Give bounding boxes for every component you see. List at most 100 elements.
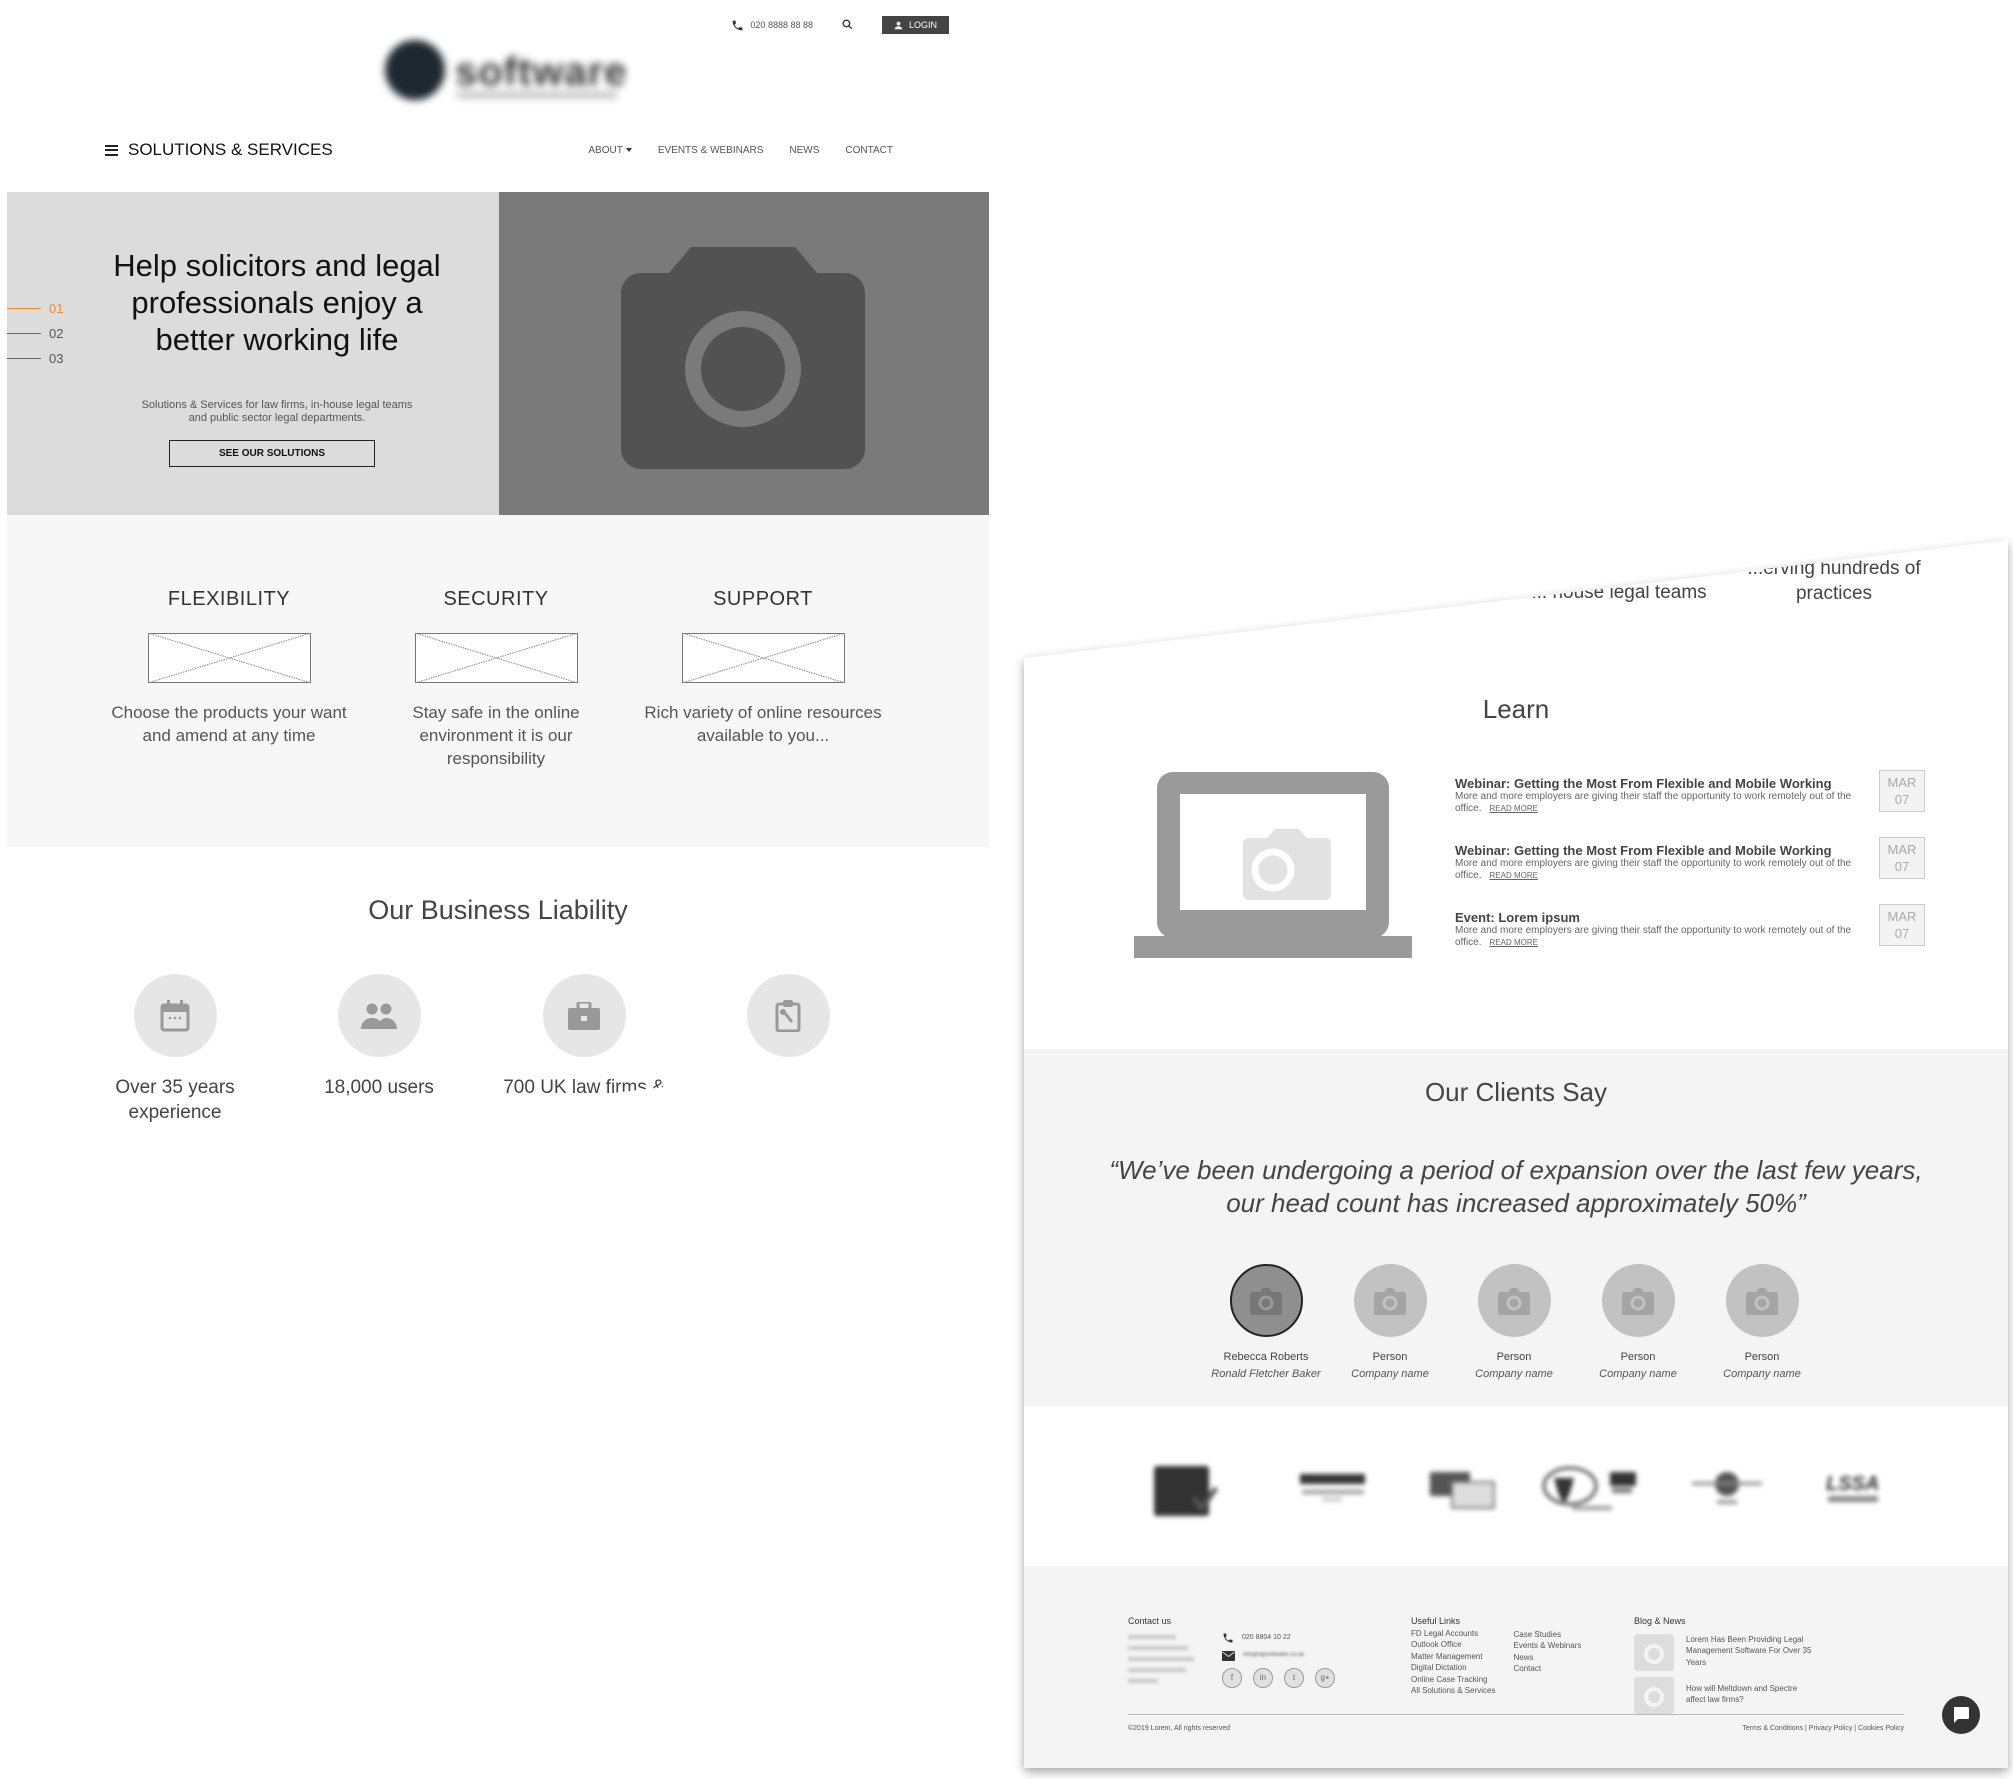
facebook-link[interactable]: f: [1222, 1667, 1242, 1688]
event-item[interactable]: Event: Lorem ipsum More and more employe…: [1455, 904, 1925, 977]
footer-contact-details: 020 8804 10 22 info@dpsoftware.co.uk f i…: [1222, 1632, 1362, 1688]
linkedin-link[interactable]: in: [1253, 1667, 1273, 1688]
svg-text:LSSA: LSSA: [1826, 1473, 1879, 1495]
slide-indicator-3[interactable]: 03: [7, 346, 63, 371]
logo-mark: [385, 40, 445, 100]
hero-carousel: 01 02 03 Help solicitors and legal profe…: [7, 192, 989, 515]
chat-button[interactable]: [1942, 1696, 1980, 1734]
email-icon: [1222, 1650, 1235, 1661]
main-navigation: SOLUTIONS & SERVICES ABOUT EVENTS & WEBI…: [105, 140, 893, 160]
partner-seal-logo: [1692, 1472, 1762, 1504]
legal-links: Terms & Conditions | Privacy Policy | Co…: [1742, 1725, 1904, 1732]
hero-image-placeholder: [499, 192, 989, 515]
slide-number: 02: [49, 326, 64, 341]
hero-title: Help solicitors and legal professionals …: [113, 248, 441, 357]
event-item[interactable]: Webinar: Getting the Most From Flexible …: [1455, 837, 1925, 910]
footer-link[interactable]: Outlook Office: [1411, 1639, 1495, 1651]
company-logo[interactable]: software: [377, 36, 627, 106]
read-more-link[interactable]: READ MORE: [1490, 804, 1538, 813]
stat-icon-circle: [337, 974, 421, 1057]
blog-item[interactable]: How will Meltdown and Spectre affect law…: [1634, 1676, 1854, 1714]
feature-support: SUPPORT Rich variety of online resources…: [643, 588, 883, 747]
footer-heading: Contact us: [1128, 1616, 1172, 1626]
social-links: f in t g+: [1222, 1667, 1362, 1688]
phone-number: 020 8888 88 88: [750, 20, 813, 30]
event-day: 07: [1894, 792, 1910, 807]
camera-icon: [1250, 1287, 1282, 1315]
event-title: Webinar: Getting the Most From Flexible …: [1455, 843, 1832, 858]
read-more-link[interactable]: READ MORE: [1490, 938, 1538, 947]
camera-icon: [1498, 1287, 1530, 1315]
googleplus-link[interactable]: g+: [1315, 1667, 1335, 1688]
cookies-link[interactable]: Cookies Policy: [1858, 1725, 1904, 1732]
privacy-link[interactable]: Privacy Policy: [1809, 1725, 1853, 1732]
solutions-menu-toggle[interactable]: SOLUTIONS & SERVICES: [105, 140, 333, 160]
event-month: MAR: [1887, 842, 1917, 857]
camera-icon: [621, 247, 865, 469]
footer-phone[interactable]: 020 8804 10 22: [1222, 1632, 1362, 1644]
slide-indicators: 01 02 03: [7, 296, 63, 371]
page-top-content: 020 8888 88 88 LOGIN software SOLUTIONS …: [7, 0, 989, 1162]
page-top-section: 020 8888 88 88 LOGIN software SOLUTIONS …: [7, 0, 989, 1168]
login-button[interactable]: LOGIN: [881, 16, 949, 34]
event-date-badge: MAR 07: [1879, 837, 1925, 879]
footer-link[interactable]: All Solutions & Services: [1411, 1685, 1495, 1697]
event-description: More and more employers are giving their…: [1455, 925, 1855, 949]
briefcase-icon: [568, 1001, 600, 1030]
testimonials-section: Our Clients Say “We’ve been undergoing a…: [1024, 1049, 2008, 1406]
twitter-link[interactable]: t: [1284, 1667, 1304, 1688]
blog-item[interactable]: Lorem Has Been Providing Legal Managemen…: [1634, 1633, 1854, 1671]
footer-link[interactable]: Events & Webinars: [1513, 1640, 1581, 1652]
see-solutions-button[interactable]: SEE OUR SOLUTIONS: [169, 440, 375, 467]
event-title: Event: Lorem ipsum: [1455, 910, 1580, 925]
slide-indicator-1[interactable]: 01: [7, 296, 63, 321]
testimonial-person-2[interactable]: Person Company name: [1330, 1264, 1450, 1380]
search-button[interactable]: [841, 18, 854, 33]
blurred-address: [1128, 1634, 1208, 1683]
useful-links-col-1: FD Legal Accounts Outlook Office Matter …: [1411, 1628, 1495, 1697]
nav-events-webinars[interactable]: EVENTS & WEBINARS: [658, 145, 764, 156]
person-company: Company name: [1599, 1368, 1677, 1380]
nav-links: ABOUT EVENTS & WEBINARS NEWS CONTACT: [588, 145, 893, 156]
feature-text: Stay safe in the online environment it i…: [412, 703, 580, 768]
terms-link[interactable]: Terms & Conditions: [1742, 1725, 1803, 1732]
footer-blog-news: Blog & News Lorem Has Been Providing Leg…: [1634, 1616, 1854, 1714]
slide-indicator-2[interactable]: 02: [7, 321, 63, 346]
event-date-badge: MAR 07: [1879, 770, 1925, 812]
footer-link[interactable]: Online Case Tracking: [1411, 1674, 1495, 1686]
calendar-icon: [160, 999, 190, 1031]
testimonial-person-1[interactable]: Rebecca Roberts Ronald Fletcher Baker: [1206, 1264, 1326, 1380]
feature-title: SUPPORT: [713, 588, 813, 610]
event-day: 07: [1894, 859, 1910, 874]
footer-link[interactable]: Contact: [1513, 1663, 1581, 1675]
read-more-link[interactable]: READ MORE: [1490, 871, 1538, 880]
nav-about[interactable]: ABOUT: [588, 144, 632, 156]
footer-email[interactable]: info@dpsoftware.co.uk: [1222, 1650, 1362, 1662]
stat-experience: Over 35 years experience: [75, 974, 275, 1125]
footer-link[interactable]: FD Legal Accounts: [1411, 1628, 1495, 1640]
testimonial-person-5[interactable]: Person Company name: [1702, 1264, 1822, 1380]
laptop-image-placeholder: [1134, 772, 1412, 958]
person-name: Person: [1744, 1351, 1780, 1363]
nav-contact[interactable]: CONTACT: [845, 145, 893, 156]
footer-useful-links: Useful Links FD Legal Accounts Outlook O…: [1411, 1616, 1611, 1697]
footer-link[interactable]: Case Studies: [1513, 1629, 1581, 1641]
camera-icon: [1374, 1287, 1406, 1315]
footer-link[interactable]: News: [1513, 1652, 1581, 1664]
phone-contact[interactable]: 020 8888 88 88: [731, 19, 813, 32]
nav-news[interactable]: NEWS: [789, 145, 819, 156]
footer-link[interactable]: Matter Management: [1411, 1651, 1495, 1663]
accreditation-logo: [1542, 1466, 1636, 1510]
lssa-logo: LSSA: [1826, 1473, 1879, 1502]
image-placeholder: [414, 633, 578, 683]
testimonial-person-4[interactable]: Person Company name: [1578, 1264, 1698, 1380]
event-description: More and more employers are giving their…: [1455, 858, 1855, 882]
footer-link[interactable]: Digital Dictation: [1411, 1662, 1495, 1674]
solutions-menu-label: SOLUTIONS & SERVICES: [128, 140, 333, 159]
testimonial-person-3[interactable]: Person Company name: [1454, 1264, 1574, 1380]
event-item[interactable]: Webinar: Getting the Most From Flexible …: [1455, 770, 1925, 843]
nav-about-label: ABOUT: [588, 144, 623, 156]
camera-icon: [1622, 1287, 1654, 1315]
person-company: Ronald Fletcher Baker: [1211, 1368, 1321, 1380]
event-title: Webinar: Getting the Most From Flexible …: [1455, 776, 1832, 791]
